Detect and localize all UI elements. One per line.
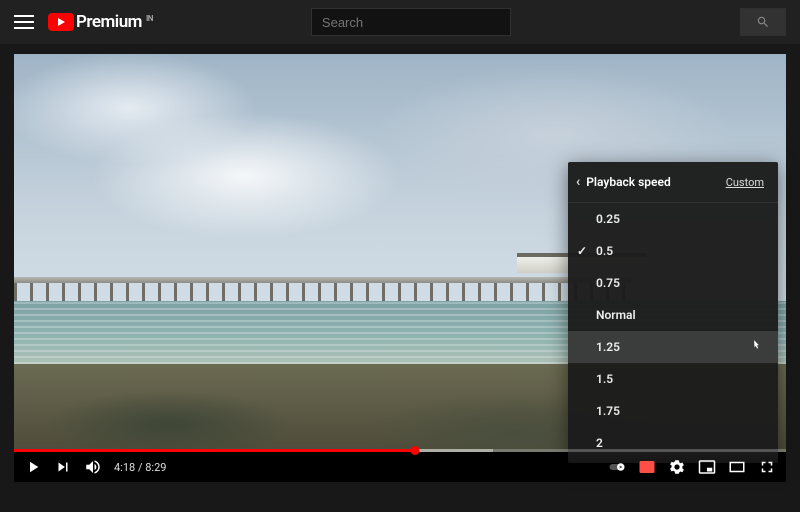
miniplayer-icon (698, 458, 716, 476)
play-button[interactable] (24, 458, 42, 476)
settings-button[interactable] (668, 458, 686, 476)
fullscreen-button[interactable] (758, 458, 776, 476)
custom-speed-link[interactable]: Custom (726, 176, 764, 189)
youtube-play-icon (48, 13, 74, 31)
fullscreen-icon (758, 458, 776, 476)
youtube-premium-logo[interactable]: Premium IN (48, 12, 153, 32)
video-player: ‹ Playback speed Custom 0.25 ✓ 0.5 0.75 Norm… (14, 54, 786, 482)
autoplay-toggle[interactable] (608, 458, 626, 476)
playback-speed-menu: ‹ Playback speed Custom 0.25 ✓ 0.5 0.75 Norm… (568, 162, 778, 463)
speed-option-label: Normal (596, 308, 636, 322)
back-icon[interactable]: ‹ (576, 174, 586, 190)
check-icon: ✓ (577, 244, 587, 258)
search-input[interactable] (311, 8, 512, 36)
subtitles-button[interactable] (638, 458, 656, 476)
autoplay-icon (608, 457, 626, 477)
speed-option[interactable]: 0.25 (568, 203, 778, 235)
control-bar: 4:18 / 8:29 (14, 452, 786, 482)
speed-option[interactable]: 0.75 (568, 267, 778, 299)
search-bar (311, 8, 512, 36)
miniplayer-button[interactable] (698, 458, 716, 476)
top-header: Premium IN (0, 0, 800, 44)
cursor-icon (748, 339, 762, 355)
current-time: 4:18 (114, 461, 135, 474)
volume-button[interactable] (84, 458, 102, 476)
time-display: 4:18 / 8:29 (114, 461, 166, 474)
speed-option[interactable]: ✓ 0.5 (568, 235, 778, 267)
speed-option-label: 2 (596, 436, 603, 450)
search-button[interactable] (740, 8, 786, 36)
search-icon (756, 15, 770, 29)
speed-option[interactable]: Normal (568, 299, 778, 331)
speed-option-label: 0.5 (596, 244, 613, 258)
speed-option[interactable]: 1.5 (568, 363, 778, 395)
menu-icon[interactable] (14, 15, 34, 29)
brand-text: Premium (76, 12, 142, 32)
duration: 8:29 (145, 461, 166, 474)
speed-option[interactable]: 1.75 (568, 395, 778, 427)
volume-icon (84, 458, 102, 476)
next-icon (54, 458, 72, 476)
speed-option-label: 0.75 (596, 276, 620, 290)
speed-option-label: 0.25 (596, 212, 620, 226)
speed-option-label: 1.25 (596, 340, 620, 354)
next-button[interactable] (54, 458, 72, 476)
menu-title: Playback speed (586, 175, 725, 189)
region-badge: IN (146, 14, 153, 23)
speed-option-label: 1.5 (596, 372, 613, 386)
gear-icon (668, 458, 686, 476)
theater-icon (728, 458, 746, 476)
speed-option-label: 1.75 (596, 404, 620, 418)
speed-option[interactable]: 1.25 (568, 331, 778, 363)
theater-button[interactable] (728, 458, 746, 476)
play-icon (24, 458, 42, 476)
subtitles-icon (638, 458, 656, 476)
